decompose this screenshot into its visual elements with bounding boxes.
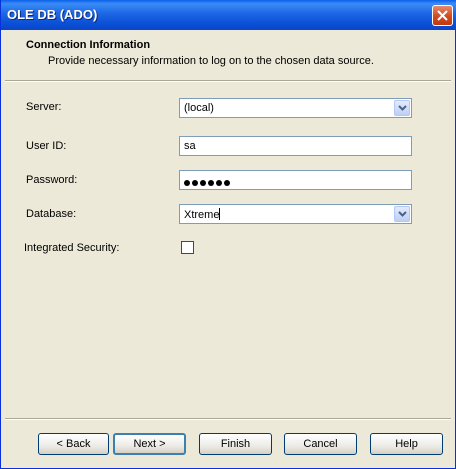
password-mask	[184, 177, 232, 189]
password-input[interactable]	[179, 170, 412, 190]
database-dropdown-button[interactable]	[394, 206, 410, 222]
chevron-down-icon	[398, 105, 407, 111]
header-divider	[5, 80, 451, 82]
finish-button[interactable]: Finish	[199, 433, 272, 455]
chevron-down-icon	[398, 211, 407, 217]
header-subtitle: Provide necessary information to log on …	[48, 55, 374, 67]
user-id-label: User ID:	[26, 140, 67, 152]
close-button[interactable]	[432, 5, 453, 26]
window-title: OLE DB (ADO)	[7, 7, 98, 22]
integrated-security-label: Integrated Security:	[24, 242, 120, 254]
title-bar[interactable]: OLE DB (ADO)	[1, 0, 456, 30]
header-title: Connection Information	[26, 39, 151, 51]
back-button[interactable]: < Back	[38, 433, 109, 455]
password-label: Password:	[26, 174, 78, 186]
database-dropdown[interactable]: Xtreme	[179, 204, 412, 224]
user-id-value: sa	[184, 140, 196, 152]
server-dropdown-button[interactable]	[394, 100, 410, 116]
server-label: Server:	[26, 101, 62, 113]
database-value: Xtreme	[184, 208, 221, 221]
wizard-header: Connection Information Provide necessary…	[1, 30, 455, 80]
server-dropdown[interactable]: (local)	[179, 98, 412, 118]
user-id-input[interactable]: sa	[179, 136, 412, 156]
footer-divider	[5, 418, 451, 420]
dialog-window: OLE DB (ADO) Connection Information Prov…	[0, 0, 456, 469]
database-label: Database:	[26, 208, 77, 220]
integrated-security-checkbox[interactable]	[181, 241, 194, 254]
server-value: (local)	[184, 102, 214, 114]
cancel-button[interactable]: Cancel	[284, 433, 357, 455]
next-button[interactable]: Next >	[113, 433, 186, 455]
close-icon	[437, 10, 448, 21]
help-button[interactable]: Help	[370, 433, 443, 455]
